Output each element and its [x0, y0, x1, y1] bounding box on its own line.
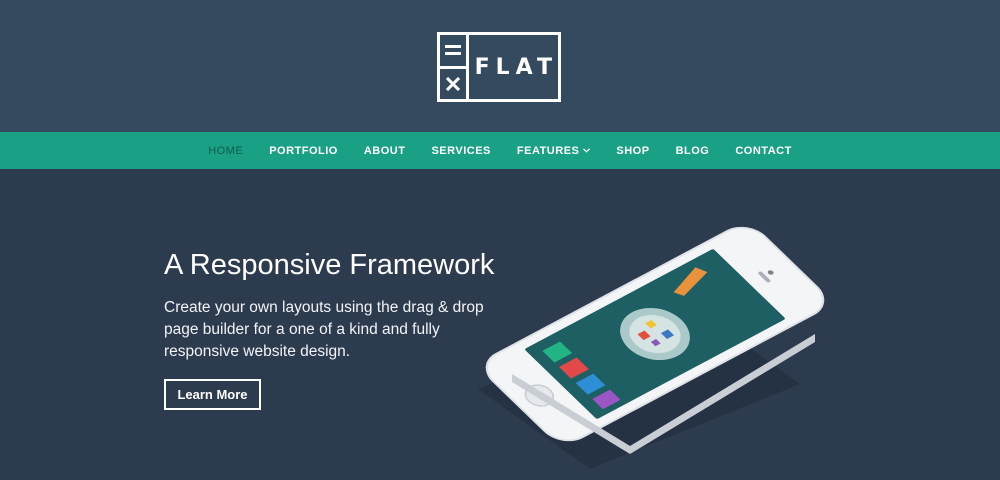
phone-mockup-image: [470, 224, 840, 474]
nav-label: ABOUT: [363, 144, 406, 157]
hero-section: A Responsive Framework Create your own l…: [0, 169, 1000, 480]
nav-item-shop[interactable]: SHOP: [616, 145, 649, 157]
nav-label: BLOG: [675, 144, 710, 157]
nav-label: CONTACT: [735, 144, 792, 157]
main-navigation: HOME PORTFOLIO ABOUT SERVICES FEATURES S…: [0, 132, 1000, 169]
site-logo[interactable]: FLAT: [437, 32, 561, 102]
nav-label: HOME: [208, 144, 244, 157]
close-icon: [440, 65, 466, 100]
chevron-down-icon: [583, 148, 591, 153]
nav-item-blog[interactable]: BLOG: [676, 145, 710, 157]
learn-more-button[interactable]: Learn More: [164, 379, 261, 410]
nav-item-features[interactable]: FEATURES: [516, 144, 591, 157]
hero-description: Create your own layouts using the drag &…: [164, 299, 484, 360]
nav-item-home[interactable]: HOME: [208, 145, 243, 157]
logo-symbol-panel: [440, 35, 469, 99]
nav-label: SHOP: [616, 144, 650, 157]
nav-label: FEATURES: [516, 144, 580, 157]
equals-icon: [440, 35, 466, 66]
nav-item-about[interactable]: ABOUT: [364, 145, 406, 157]
logo-wordmark: FLAT: [474, 54, 558, 80]
nav-item-services[interactable]: SERVICES: [431, 145, 490, 157]
nav-label: SERVICES: [431, 144, 491, 157]
nav-item-contact[interactable]: CONTACT: [735, 145, 791, 157]
nav-label: PORTFOLIO: [269, 144, 338, 157]
nav-item-portfolio[interactable]: PORTFOLIO: [269, 145, 338, 157]
hero-title: A Responsive Framework: [164, 249, 495, 281]
site-header: FLAT: [0, 0, 1000, 132]
